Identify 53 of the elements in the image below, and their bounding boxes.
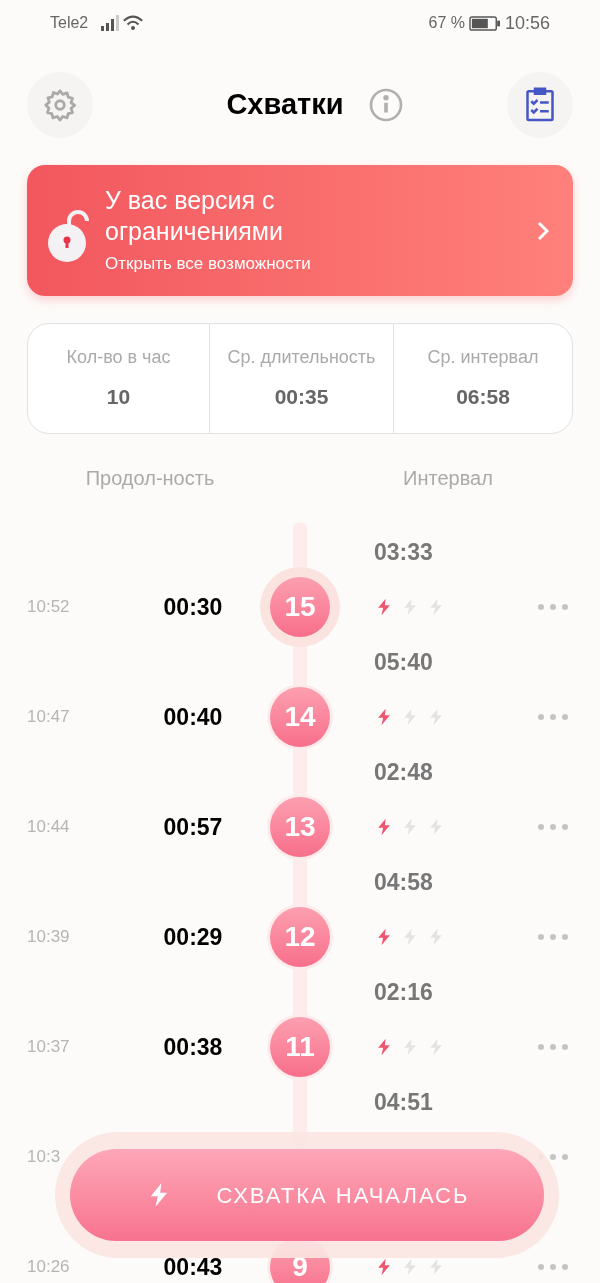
more-icon[interactable] [537, 1043, 569, 1051]
duration-value: 00:57 [163, 813, 223, 840]
stat-label: Кол-во в час [66, 345, 171, 369]
start-time: 10:44 [26, 816, 71, 839]
stat-label: Ср. длительность [227, 345, 376, 369]
interval-value: 04:51 [374, 1087, 433, 1117]
stat-value: 00:35 [274, 383, 329, 410]
clipboard-checklist-icon [525, 87, 555, 123]
carrier-name: Tele2 [50, 13, 89, 33]
more-icon[interactable] [537, 713, 569, 721]
start-time: 10:26 [26, 1256, 71, 1279]
contraction-number-badge: 14 [270, 687, 330, 747]
interval-value: 04:58 [374, 867, 433, 897]
battery-icon [468, 15, 501, 31]
page-title: Схватки [226, 87, 344, 123]
settings-icon [43, 88, 77, 122]
interval-value: 02:16 [374, 977, 433, 1007]
clock: 10:56 [504, 11, 550, 35]
more-icon[interactable] [537, 1263, 569, 1271]
duration-value: 00:43 [163, 1253, 223, 1280]
start-time: 10:3 [26, 1146, 62, 1169]
wifi-icon [122, 14, 145, 32]
stat-value: 10 [106, 383, 131, 410]
contraction-number-badge: 11 [270, 1017, 330, 1077]
battery-percent: 67 % [428, 13, 465, 33]
start-time: 10:47 [26, 706, 71, 729]
more-icon[interactable] [537, 933, 569, 941]
interval-value: 03:33 [374, 537, 433, 567]
signal-icon [100, 15, 121, 31]
start-time: 10:39 [26, 926, 71, 949]
start-time: 10:52 [26, 596, 71, 619]
contraction-number-badge: 12 [270, 907, 330, 967]
stat-label: Ср. интервал [427, 345, 539, 369]
start-time: 10:37 [26, 1036, 71, 1059]
duration-value: 00:30 [163, 593, 223, 620]
duration-value: 00:38 [163, 1033, 223, 1060]
duration-value: 00:29 [163, 923, 223, 950]
more-icon[interactable] [537, 603, 569, 611]
contraction-started-button[interactable]: СХВАТКА НАЧАЛАСЬ [70, 1149, 544, 1241]
chevron-right-icon [537, 220, 549, 241]
banner-title: У вас версия с ограничениями [105, 184, 284, 247]
stat-value: 06:58 [456, 383, 510, 410]
more-icon[interactable] [537, 823, 569, 831]
interval-value: 02:48 [374, 757, 433, 787]
interval-value: 05:40 [374, 647, 433, 677]
banner-subtitle: Открыть все возможности [105, 252, 312, 275]
duration-value: 00:40 [163, 703, 223, 730]
column-header: Интервал [402, 466, 494, 491]
contraction-number-badge: 13 [270, 797, 330, 857]
upgrade-banner[interactable]: У вас версия с ограничениями Открыть все возможности [27, 165, 573, 296]
contraction-number-badge: 15 [270, 577, 330, 637]
column-header: Продол-ность [84, 466, 216, 491]
info-icon[interactable] [367, 87, 404, 123]
